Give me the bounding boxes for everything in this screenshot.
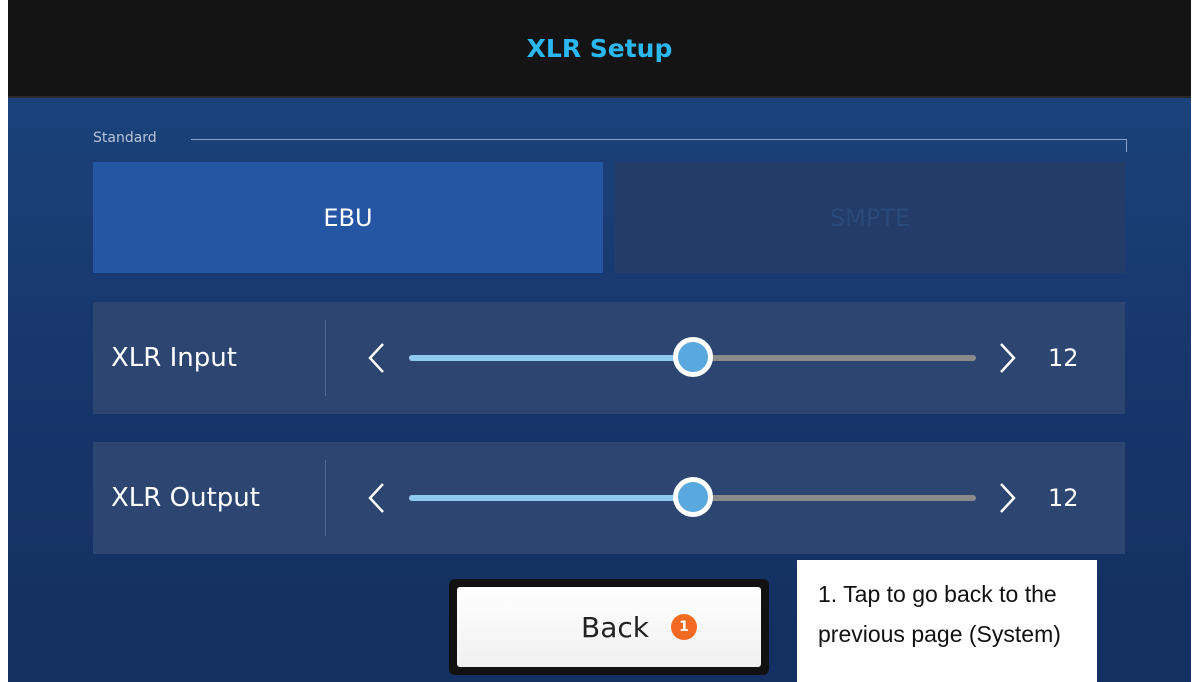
- back-button[interactable]: Back 1: [449, 579, 769, 675]
- back-button-face[interactable]: Back 1: [457, 587, 761, 667]
- row-divider: [325, 320, 326, 396]
- xlr-input-label: XLR Input: [111, 343, 237, 373]
- xlr-output-slider-fill: [409, 495, 693, 501]
- xlr-input-row: XLR Input 12: [93, 302, 1125, 414]
- standard-option-ebu-label: EBU: [323, 203, 373, 232]
- title-bar: XLR Setup: [8, 0, 1191, 98]
- chevron-right-icon[interactable]: [995, 480, 1019, 516]
- group-divider-end: [1126, 139, 1127, 152]
- xlr-input-value: 12: [1048, 344, 1079, 372]
- standard-option-ebu[interactable]: EBU: [93, 162, 603, 273]
- chevron-right-icon[interactable]: [995, 340, 1019, 376]
- annotation-callout: 1. Tap to go back to the previous page (…: [797, 560, 1097, 682]
- chevron-left-icon[interactable]: [365, 340, 389, 376]
- annotation-text: 1. Tap to go back to the previous page (…: [818, 581, 1061, 647]
- standard-group-label: Standard: [93, 130, 157, 146]
- chevron-left-icon[interactable]: [365, 480, 389, 516]
- page-title: XLR Setup: [526, 33, 673, 63]
- xlr-output-value: 12: [1048, 484, 1079, 512]
- back-button-label: Back: [581, 610, 649, 644]
- xlr-output-slider-knob[interactable]: [672, 477, 713, 517]
- xlr-input-slider-knob[interactable]: [672, 337, 713, 377]
- xlr-output-label: XLR Output: [111, 483, 260, 513]
- standard-option-smpte[interactable]: SMPTE: [615, 162, 1125, 273]
- xlr-output-row: XLR Output 12: [93, 442, 1125, 554]
- standard-option-smpte-label: SMPTE: [829, 203, 911, 232]
- xlr-input-slider-fill: [409, 355, 693, 361]
- step-badge: 1: [670, 614, 697, 640]
- group-divider: [191, 139, 1126, 140]
- row-divider: [325, 460, 326, 536]
